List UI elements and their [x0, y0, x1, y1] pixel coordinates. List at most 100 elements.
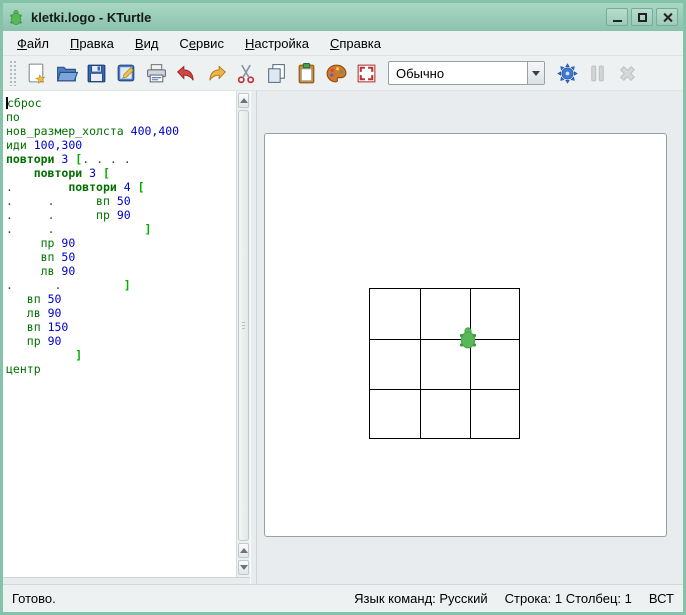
code-line: повтори 3 [	[6, 166, 236, 180]
code-line: нов_размер_холста 400,400	[6, 124, 236, 138]
copy-button[interactable]	[261, 58, 291, 88]
stop-button	[612, 58, 642, 88]
code-line: . . ]	[6, 222, 236, 236]
paste-icon	[295, 62, 318, 85]
cut-button[interactable]	[231, 58, 261, 88]
turtle-sprite	[457, 326, 479, 350]
status-right: Язык команд: Русский Строка: 1 Столбец: …	[354, 591, 674, 606]
redo-icon	[205, 62, 228, 85]
menu-вид[interactable]: Вид	[126, 33, 168, 54]
status-insert-mode: ВСТ	[649, 591, 674, 606]
minimize-button[interactable]	[606, 8, 628, 26]
cut-icon	[235, 62, 258, 85]
close-icon	[662, 12, 673, 23]
grid-line-vertical	[420, 289, 421, 438]
code-editor[interactable]: сброспонов_размер_холста 400,400иди 100,…	[3, 91, 250, 578]
toolbar-buttons	[21, 58, 381, 88]
code-text[interactable]: сброспонов_размер_холста 400,400иди 100,…	[3, 91, 236, 577]
menu-файл[interactable]: Файл	[8, 33, 58, 54]
fullscreen-button[interactable]	[351, 58, 381, 88]
paste-button[interactable]	[291, 58, 321, 88]
editor-column: сброспонов_размер_холста 400,400иди 100,…	[3, 91, 250, 584]
grid-line-vertical	[470, 289, 471, 438]
code-line: вп 50	[6, 292, 236, 306]
save-file-icon	[85, 62, 108, 85]
titlebar[interactable]: kletki.logo - KTurtle	[3, 3, 683, 31]
status-message: Готово.	[12, 591, 354, 606]
print-button[interactable]	[141, 58, 171, 88]
undo-button[interactable]	[171, 58, 201, 88]
maximize-button[interactable]	[631, 8, 653, 26]
scroll-up-icon[interactable]	[238, 93, 249, 108]
run-gear-button[interactable]	[552, 58, 582, 88]
menu-правка[interactable]: Правка	[61, 33, 123, 54]
speed-select[interactable]: Обычно	[388, 61, 545, 85]
color-picker-button[interactable]	[321, 58, 351, 88]
open-file-icon	[55, 62, 78, 85]
status-language: Язык команд: Русский	[354, 591, 487, 606]
run-gear-icon	[556, 62, 579, 85]
menu-сервис[interactable]: Сервис	[170, 33, 233, 54]
main-area: сброспонов_размер_холста 400,400иди 100,…	[3, 91, 683, 584]
editor-scrollbar[interactable]	[236, 91, 250, 577]
thumb-grip	[242, 322, 245, 330]
menu-настройка[interactable]: Настройка	[236, 33, 318, 54]
canvas-grid	[369, 288, 520, 439]
grid-line-horizontal	[370, 389, 519, 390]
window-title: kletki.logo - KTurtle	[31, 10, 599, 25]
fullscreen-icon	[355, 62, 378, 85]
status-cursor-position: Строка: 1 Столбец: 1	[505, 591, 632, 606]
close-button[interactable]	[656, 8, 678, 26]
print-icon	[145, 62, 168, 85]
code-line: лв 90	[6, 306, 236, 320]
code-line: повтори 3 [. . . .	[6, 152, 236, 166]
toolbar-handle[interactable]	[9, 60, 16, 86]
scroll-down-icon[interactable]	[238, 560, 249, 575]
canvas-panel	[257, 91, 683, 584]
code-line: . повтори 4 [	[6, 180, 236, 194]
code-line: центр	[6, 362, 236, 376]
code-line: лв 90	[6, 264, 236, 278]
kturtle-window: kletki.logo - KTurtle ФайлПравкаВидСерви…	[0, 0, 686, 615]
menu-справка[interactable]: Справка	[321, 33, 390, 54]
color-picker-icon	[325, 62, 348, 85]
copy-icon	[265, 62, 288, 85]
chevron-down-icon[interactable]	[527, 62, 544, 84]
grid-line-horizontal	[370, 339, 519, 340]
code-line: ]	[6, 348, 236, 362]
pause-icon	[586, 62, 609, 85]
window-controls	[606, 8, 678, 26]
execution-buttons	[552, 58, 642, 88]
redo-button[interactable]	[201, 58, 231, 88]
code-line: вп 150	[6, 320, 236, 334]
code-line: вп 50	[6, 250, 236, 264]
minimize-icon	[613, 20, 622, 22]
edit-document-button[interactable]	[111, 58, 141, 88]
save-file-button[interactable]	[81, 58, 111, 88]
statusbar: Готово. Язык команд: Русский Строка: 1 С…	[3, 584, 683, 612]
turtle-icon	[8, 9, 24, 26]
scrollbar-thumb[interactable]	[238, 110, 249, 541]
code-line: иди 100,300	[6, 138, 236, 152]
undo-icon	[175, 62, 198, 85]
code-line: сброс	[6, 96, 236, 110]
turtle-canvas	[264, 133, 667, 537]
code-line: пр 90	[6, 334, 236, 348]
stop-icon	[616, 62, 639, 85]
edit-document-icon	[115, 62, 138, 85]
code-line: . . пр 90	[6, 208, 236, 222]
code-line: . . вп 50	[6, 194, 236, 208]
new-file-button[interactable]	[21, 58, 51, 88]
new-file-icon	[25, 62, 48, 85]
maximize-icon	[638, 13, 647, 22]
code-line: пр 90	[6, 236, 236, 250]
code-line: по	[6, 110, 236, 124]
toolbar: Обычно	[3, 56, 683, 91]
open-file-button[interactable]	[51, 58, 81, 88]
code-line: . . ]	[6, 278, 236, 292]
panel-splitter[interactable]	[250, 91, 257, 584]
scroll-up-icon-bottom[interactable]	[238, 543, 249, 558]
speed-select-value: Обычно	[389, 62, 527, 84]
menubar: ФайлПравкаВидСервисНастройкаСправка	[3, 31, 683, 56]
pause-button	[582, 58, 612, 88]
